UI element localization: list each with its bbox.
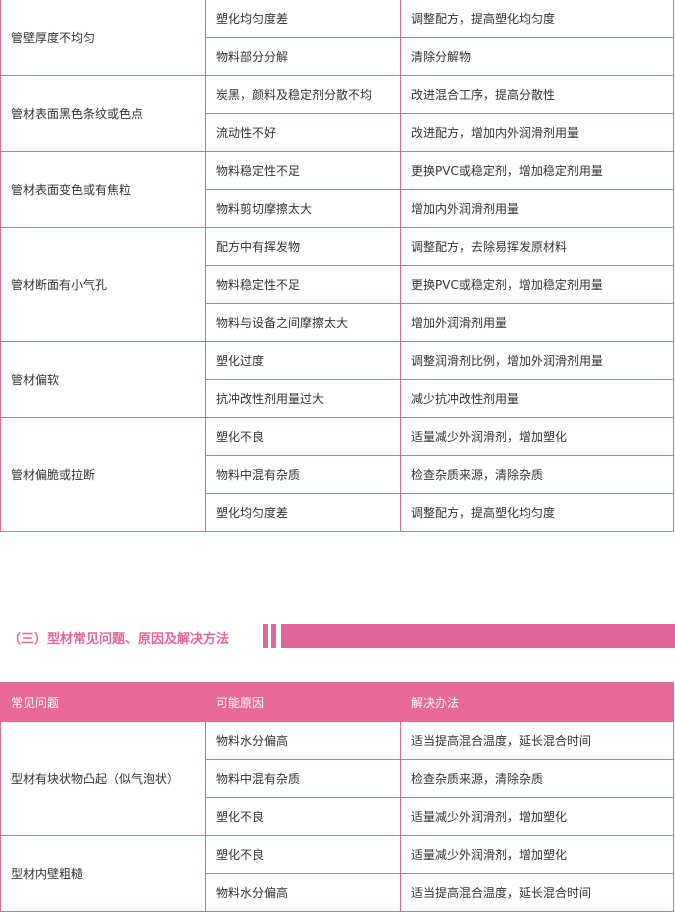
cause-cell: 物料稳定性不足 [205, 265, 401, 304]
cause-cell: 物料与设备之间摩擦太大 [205, 303, 401, 342]
problem-cell: 管材偏软 [0, 341, 206, 418]
solution-cell: 清除分解物 [400, 37, 674, 76]
solution-cell: 更换PVC或稳定剂，增加稳定剂用量 [400, 151, 674, 190]
problem-cell: 型材内壁粗糙 [0, 835, 206, 912]
cause-cell: 物料剪切摩擦太大 [205, 189, 401, 228]
table-row: 管材偏脆或拉断 塑化不良 适量减少外润滑剂，增加塑化 [0, 417, 674, 532]
cause-cell: 物料部分分解 [205, 37, 401, 76]
cause-cell: 抗冲改性剂用量过大 [205, 379, 401, 418]
cause-cell: 流动性不好 [205, 113, 401, 152]
solution-cell: 调整润滑剂比例，增加外润滑剂用量 [400, 341, 674, 380]
solution-cell: 增加内外润滑剂用量 [400, 189, 674, 228]
solution-cell: 调整配方，提高塑化均匀度 [400, 0, 674, 38]
table-row: 管壁厚度不均匀 塑化均匀度差 调整配方，提高塑化均匀度 [0, 0, 674, 76]
pipe-problems-body: 管壁厚度不均匀 塑化均匀度差 调整配方，提高塑化均匀度 物料部分分解 清除分解物 管材表面… [0, 0, 674, 532]
problem-cell: 型材有块状物凸起（似气泡状） [0, 721, 206, 836]
table-row: 管材表面黑色条纹或色点 炭黑，颜料及稳定剂分散不均 改进混合工序，提高分散性 [0, 75, 674, 152]
problem-cell: 管材偏脆或拉断 [0, 417, 206, 532]
problem-cell: 管材断面有小气孔 [0, 227, 206, 342]
header-row: 常见问题 可能原因 解决办法 [0, 682, 674, 722]
header-problem: 常见问题 [0, 682, 206, 722]
section-heading: （三）型材常见问题、原因及解决方法 [0, 624, 675, 650]
table-row: 管材表面变色或有焦粒 物料稳定性不足 更换PVC或稳定剂，增加稳定剂用量 [0, 151, 674, 228]
solution-cell: 改进配方，增加内外润滑剂用量 [400, 113, 674, 152]
decor-bar [263, 624, 268, 648]
profile-problems-body: 型材有块状物凸起（似气泡状） 物料水分偏高 适当提高混合温度，延长混合时间 物料中混有… [0, 721, 674, 912]
cause-cell: 塑化不良 [205, 835, 401, 874]
solution-cell: 改进混合工序，提高分散性 [400, 75, 674, 114]
decor-bar-long [281, 624, 675, 648]
cause-cell: 物料水分偏高 [205, 721, 401, 760]
cause-cell: 塑化不良 [205, 797, 401, 836]
table-row: 管材偏软 塑化过度 调整润滑剂比例，增加外润滑剂用量 [0, 341, 674, 418]
solution-cell: 增加外润滑剂用量 [400, 303, 674, 342]
cause-cell: 物料中混有杂质 [205, 759, 401, 798]
pipe-problems-table: 管壁厚度不均匀 塑化均匀度差 调整配方，提高塑化均匀度 物料部分分解 清除分解物 管材表面… [0, 0, 674, 532]
table-row: 管材断面有小气孔 配方中有挥发物 调整配方，去除易挥发原材料 [0, 227, 674, 342]
cause-cell: 塑化均匀度差 [205, 0, 401, 38]
solution-cell: 调整配方，提高塑化均匀度 [400, 493, 674, 532]
solution-cell: 更换PVC或稳定剂，增加稳定剂用量 [400, 265, 674, 304]
solution-cell: 检查杂质来源，清除杂质 [400, 759, 674, 798]
solution-cell: 检查杂质来源，清除杂质 [400, 455, 674, 494]
cause-cell: 塑化不良 [205, 417, 401, 456]
decor-bar [271, 624, 276, 648]
cause-cell: 物料水分偏高 [205, 873, 401, 912]
section-title: （三）型材常见问题、原因及解决方法 [8, 632, 230, 647]
solution-cell: 减少抗冲改性剂用量 [400, 379, 674, 418]
header-solution: 解决办法 [400, 682, 674, 722]
solution-cell: 适量减少外润滑剂，增加塑化 [400, 797, 674, 836]
table-row: 型材内壁粗糙 塑化不良 适量减少外润滑剂，增加塑化 [0, 835, 674, 912]
problem-cell: 管材表面变色或有焦粒 [0, 151, 206, 228]
header-cause: 可能原因 [205, 682, 401, 722]
solution-cell: 适当提高混合温度，延长混合时间 [400, 873, 674, 912]
problem-cell: 管材表面黑色条纹或色点 [0, 75, 206, 152]
problem-cell: 管壁厚度不均匀 [0, 0, 206, 76]
solution-cell: 适当提高混合温度，延长混合时间 [400, 721, 674, 760]
profile-problems-table: 常见问题 可能原因 解决办法 型材有块状物凸起（似气泡状） 物料水分偏高 适当提高混… [0, 682, 674, 912]
table-row: 型材有块状物凸起（似气泡状） 物料水分偏高 适当提高混合温度，延长混合时间 [0, 721, 674, 836]
cause-cell: 物料稳定性不足 [205, 151, 401, 190]
solution-cell: 调整配方，去除易挥发原材料 [400, 227, 674, 266]
cause-cell: 塑化过度 [205, 341, 401, 380]
cause-cell: 塑化均匀度差 [205, 493, 401, 532]
cause-cell: 配方中有挥发物 [205, 227, 401, 266]
cause-cell: 物料中混有杂质 [205, 455, 401, 494]
cause-cell: 炭黑，颜料及稳定剂分散不均 [205, 75, 401, 114]
solution-cell: 适量减少外润滑剂，增加塑化 [400, 417, 674, 456]
solution-cell: 适量减少外润滑剂，增加塑化 [400, 835, 674, 874]
